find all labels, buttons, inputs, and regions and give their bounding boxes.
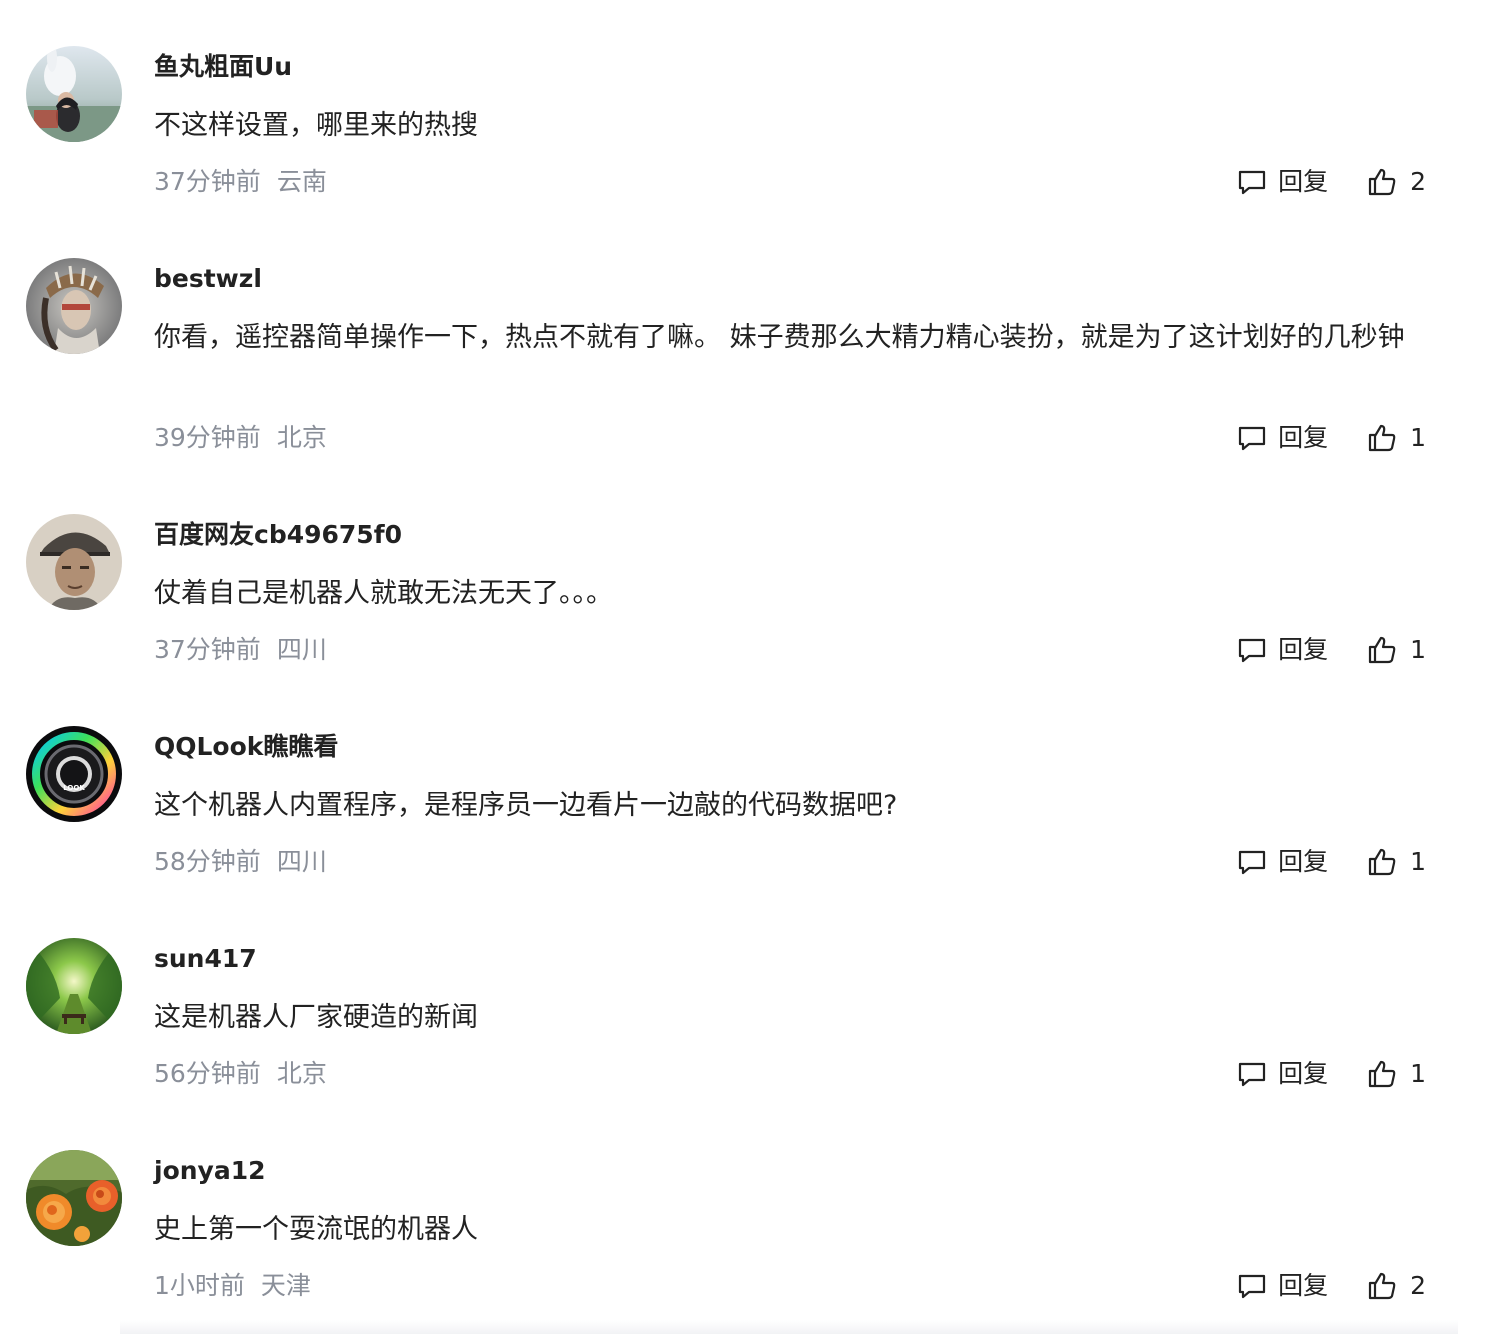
avatar[interactable]: [26, 1150, 122, 1246]
comment-item: bestwzl 你看，遥控器简单操作一下，热点不就有了嘛。 妹子费那么大精力精心…: [0, 258, 1498, 458]
username[interactable]: jonya12: [154, 1154, 266, 1188]
reply-label: 回复: [1278, 847, 1329, 876]
comment-text: 仗着自己是机器人就敢无法无天了。。。: [154, 578, 613, 609]
comment-location: 北京: [276, 423, 327, 452]
username[interactable]: 鱼丸粗面Uu: [154, 50, 292, 84]
comment-time: 37分钟前: [154, 167, 261, 196]
comment-text: 你看，遥控器简单操作一下，热点不就有了嘛。 妹子费那么大精力精心装扮，就是为了这…: [154, 322, 1405, 353]
reply-button[interactable]: 回复: [1236, 1056, 1328, 1092]
like-count: 1: [1410, 423, 1426, 452]
comment-location: 北京: [276, 1059, 327, 1088]
comment-text: 史上第一个耍流氓的机器人: [154, 1214, 478, 1245]
comment-bubble-icon: [1238, 850, 1266, 875]
reply-button[interactable]: 回复: [1236, 164, 1328, 200]
like-button[interactable]: 2: [1366, 1268, 1426, 1304]
comment-text: 不这样设置，哪里来的热搜: [154, 110, 478, 141]
avatar[interactable]: [26, 258, 122, 354]
reply-label: 回复: [1278, 1271, 1329, 1300]
comment-bubble-icon: [1238, 1062, 1266, 1087]
thumbs-up-icon: [1368, 424, 1396, 452]
comment-meta: 37分钟前 云南: [154, 164, 327, 200]
avatar[interactable]: [26, 46, 122, 142]
comment-bubble-icon: [1238, 638, 1266, 663]
like-count: 1: [1410, 635, 1426, 664]
comment-location: 云南: [276, 167, 327, 196]
username[interactable]: 百度网友cb49675f0: [154, 518, 402, 552]
like-count: 2: [1410, 167, 1426, 196]
like-count: 1: [1410, 847, 1426, 876]
thumbs-up-icon: [1368, 1272, 1396, 1300]
comment-bubble-icon: [1238, 170, 1266, 195]
comment-actions: 回复 1: [1236, 1056, 1426, 1092]
comment-time: 58分钟前: [154, 847, 261, 876]
avatar[interactable]: LOOK: [26, 726, 122, 822]
comment-time: 56分钟前: [154, 1059, 261, 1088]
thumbs-up-icon: [1368, 848, 1396, 876]
like-button[interactable]: 1: [1366, 632, 1426, 668]
thumbs-up-icon: [1368, 168, 1396, 196]
username[interactable]: bestwzl: [154, 262, 262, 296]
thumbs-up-icon: [1368, 636, 1396, 664]
comment-meta: 58分钟前 四川: [154, 844, 327, 880]
comment-actions: 回复 2: [1236, 1268, 1426, 1304]
bottom-fade: [120, 1320, 1458, 1334]
svg-text:LOOK: LOOK: [63, 784, 85, 792]
comment-location: 四川: [276, 847, 327, 876]
comment-list: 鱼丸粗面Uu 不这样设置，哪里来的热搜 37分钟前 云南 回复 2 bestwz…: [0, 0, 1498, 1334]
comment-item: LOOK QQLook瞧瞧看 这个机器人内置程序，是程序员一边看片一边敲的代码数…: [0, 726, 1498, 886]
comment-actions: 回复 1: [1236, 420, 1426, 456]
comment-location: 四川: [276, 635, 327, 664]
reply-label: 回复: [1278, 423, 1329, 452]
comment-item: 百度网友cb49675f0 仗着自己是机器人就敢无法无天了。。。 37分钟前 四川…: [0, 514, 1498, 674]
comment-actions: 回复 2: [1236, 164, 1426, 200]
like-button[interactable]: 1: [1366, 420, 1426, 456]
username[interactable]: sun417: [154, 942, 257, 976]
comment-bubble-icon: [1238, 426, 1266, 451]
comment-time: 39分钟前: [154, 423, 261, 452]
reply-label: 回复: [1278, 635, 1329, 664]
reply-button[interactable]: 回复: [1236, 844, 1328, 880]
like-button[interactable]: 1: [1366, 844, 1426, 880]
avatar[interactable]: [26, 514, 122, 610]
like-button[interactable]: 2: [1366, 164, 1426, 200]
reply-button[interactable]: 回复: [1236, 420, 1328, 456]
comment-time: 37分钟前: [154, 635, 261, 664]
reply-button[interactable]: 回复: [1236, 632, 1328, 668]
comment-location: 天津: [260, 1271, 311, 1300]
comment-meta: 39分钟前 北京: [154, 420, 327, 456]
username[interactable]: QQLook瞧瞧看: [154, 730, 338, 764]
like-count: 2: [1410, 1271, 1426, 1300]
like-button[interactable]: 1: [1366, 1056, 1426, 1092]
comment-item: 鱼丸粗面Uu 不这样设置，哪里来的热搜 37分钟前 云南 回复 2: [0, 46, 1498, 206]
avatar[interactable]: [26, 938, 122, 1034]
reply-button[interactable]: 回复: [1236, 1268, 1328, 1304]
thumbs-up-icon: [1368, 1060, 1396, 1088]
comment-actions: 回复 1: [1236, 632, 1426, 668]
comment-meta: 56分钟前 北京: [154, 1056, 327, 1092]
comment-text: 这个机器人内置程序，是程序员一边看片一边敲的代码数据吧?: [154, 790, 898, 821]
comment-text: 这是机器人厂家硬造的新闻: [154, 1002, 478, 1033]
comment-meta: 1小时前 天津: [154, 1268, 311, 1304]
comment-time: 1小时前: [154, 1271, 245, 1300]
like-count: 1: [1410, 1059, 1426, 1088]
comment-actions: 回复 1: [1236, 844, 1426, 880]
comment-item: jonya12 史上第一个耍流氓的机器人 1小时前 天津 回复 2: [0, 1150, 1498, 1320]
comment-meta: 37分钟前 四川: [154, 632, 327, 668]
comment-bubble-icon: [1238, 1274, 1266, 1299]
reply-label: 回复: [1278, 1059, 1329, 1088]
reply-label: 回复: [1278, 167, 1329, 196]
comment-item: sun417 这是机器人厂家硬造的新闻 56分钟前 北京 回复 1: [0, 938, 1498, 1098]
